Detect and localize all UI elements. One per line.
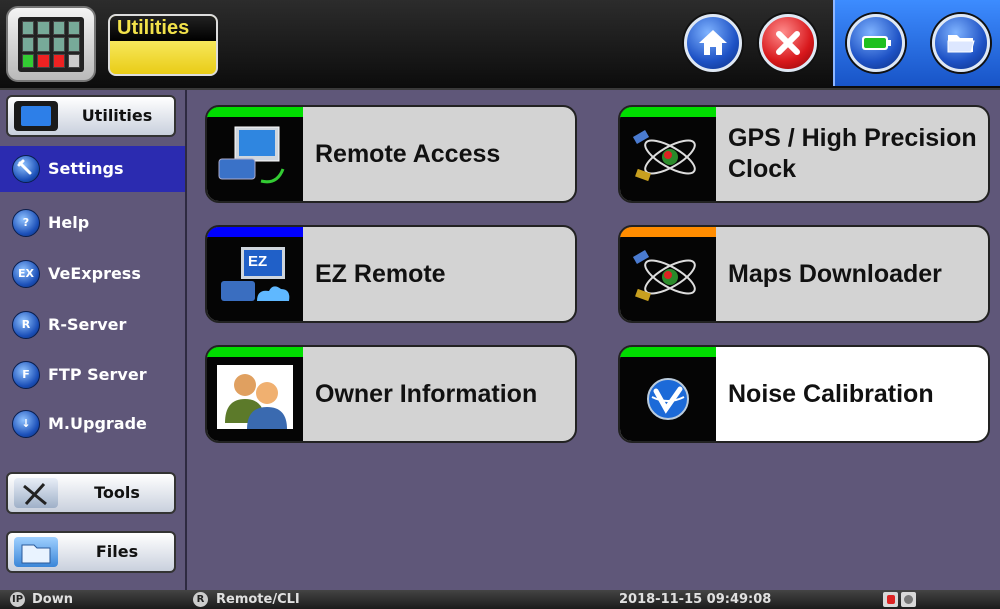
- sidebar-item-label: FTP Server: [48, 365, 147, 384]
- sidebar-item-label: M.Upgrade: [48, 414, 147, 433]
- tile-maps-downloader[interactable]: Maps Downloader: [618, 225, 990, 323]
- tile-remote-access[interactable]: Remote Access: [205, 105, 577, 203]
- sidebar-item-m-upgrade[interactable]: ↓ M.Upgrade: [0, 401, 185, 447]
- folder-button[interactable]: [932, 14, 990, 72]
- alarm-icon: [883, 592, 898, 607]
- tile-label: Maps Downloader: [728, 259, 942, 288]
- app-menu-icon[interactable]: [6, 6, 96, 82]
- tile-owner-information[interactable]: Owner Information: [205, 345, 577, 443]
- utilities-tab-label: Utilities: [81, 106, 153, 125]
- top-bar: Utilities: [0, 0, 1000, 90]
- ip-status-icon: IP: [10, 592, 25, 607]
- tile-strip: [207, 347, 303, 357]
- tile-strip: [620, 347, 716, 357]
- tools-icon: [14, 478, 58, 508]
- tile-label: GPS / High Precision Clock: [728, 124, 977, 183]
- folder-icon: [947, 35, 975, 53]
- ez-icon-text: EZ: [248, 253, 268, 270]
- tile-strip: [207, 107, 303, 117]
- remote-access-icon: [218, 126, 285, 184]
- sidebar-item-settings[interactable]: Settings: [0, 146, 185, 192]
- tile-label: Remote Access: [315, 139, 501, 168]
- page-title: Utilities: [110, 16, 216, 41]
- close-icon: [776, 31, 800, 55]
- utilities-tab[interactable]: Utilities: [6, 95, 176, 137]
- system-panel: [833, 0, 1000, 86]
- sidebar-item-label: Settings: [48, 159, 124, 178]
- monitor-icon: [14, 101, 58, 131]
- tile-gps-clock[interactable]: GPS / High Precision Clock: [618, 105, 990, 203]
- home-icon: [699, 30, 727, 55]
- sidebar-item-ftp-server[interactable]: F FTP Server: [0, 352, 185, 398]
- tools-tab-label: Tools: [94, 483, 140, 502]
- tile-label: Owner Information: [315, 379, 538, 408]
- sidebar-item-help[interactable]: ? Help: [0, 200, 185, 246]
- settings-icon: [12, 155, 40, 183]
- owner-icon: [217, 365, 293, 429]
- noise-calibration-icon: [647, 378, 689, 420]
- close-button[interactable]: [759, 14, 817, 72]
- sidebar-item-r-server[interactable]: R R-Server: [0, 302, 185, 348]
- status-bar: IP Down R Remote/CLI 2018-11-15 09:49:08: [0, 590, 1000, 609]
- ip-status-text: Down: [32, 592, 73, 607]
- title-tab: Utilities: [108, 14, 218, 76]
- files-icon: [14, 537, 58, 567]
- battery-icon: [862, 36, 891, 50]
- home-button[interactable]: [684, 14, 742, 72]
- files-tab[interactable]: Files: [6, 531, 176, 573]
- tile-strip: [207, 227, 303, 237]
- datetime: 2018-11-15 09:49:08: [619, 592, 772, 607]
- r-server-icon: R: [12, 311, 40, 339]
- ftp-server-icon: F: [12, 361, 40, 389]
- veexpress-icon: EX: [12, 260, 40, 288]
- tile-strip: [620, 107, 716, 117]
- tile-noise-calibration[interactable]: Noise Calibration: [618, 345, 990, 443]
- satellite-icon: [632, 130, 696, 182]
- sidebar: Utilities Settings ? Help EX VeExpress R…: [0, 90, 187, 590]
- remote-status-text: Remote/CLI: [216, 592, 300, 607]
- files-tab-label: Files: [95, 542, 139, 561]
- tile-ez-remote[interactable]: EZ EZ Remote: [205, 225, 577, 323]
- upgrade-icon: ↓: [12, 410, 40, 438]
- tile-strip: [620, 227, 716, 237]
- sidebar-item-label: Help: [48, 213, 90, 232]
- remote-status-icon: R: [193, 592, 208, 607]
- tile-label: Noise Calibration: [728, 379, 934, 408]
- sidebar-item-label: R-Server: [48, 315, 127, 334]
- battery-button[interactable]: [847, 14, 905, 72]
- help-icon: ?: [12, 209, 40, 237]
- satellite-icon: [632, 250, 696, 302]
- tile-label: EZ Remote: [315, 259, 446, 288]
- sidebar-item-label: VeExpress: [48, 264, 141, 283]
- storage-icon: [901, 592, 916, 607]
- tools-tab[interactable]: Tools: [6, 472, 176, 514]
- sidebar-item-veexpress[interactable]: EX VeExpress: [0, 251, 185, 297]
